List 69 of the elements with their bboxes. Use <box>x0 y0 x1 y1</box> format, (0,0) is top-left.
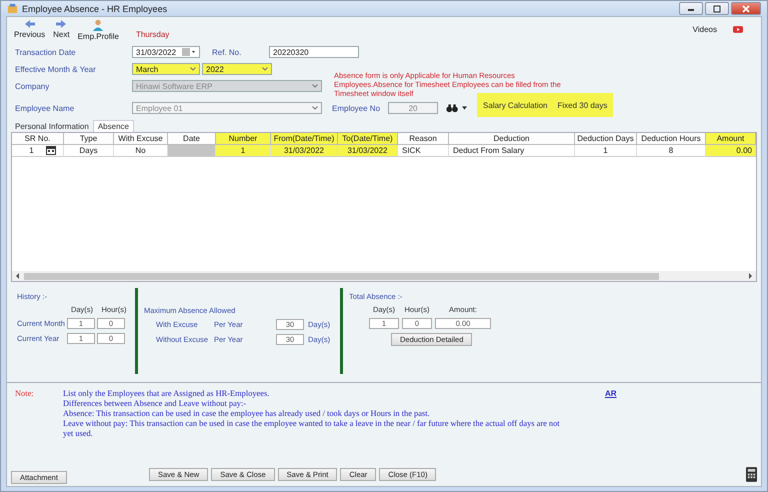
field-label: Employee No <box>332 104 380 112</box>
field-label: Ref. No. <box>212 48 242 56</box>
video-icon[interactable] <box>733 26 743 33</box>
column-header[interactable]: Deduction <box>449 133 575 145</box>
column-header[interactable]: Amount <box>706 133 756 145</box>
table-cell: Days <box>64 145 114 157</box>
minimize-button[interactable] <box>679 2 703 15</box>
column-header[interactable]: Deduction Days <box>575 133 637 145</box>
month-dropdown[interactable]: March <box>132 63 200 75</box>
field-label: Employee Name <box>15 104 76 112</box>
field-label: Company <box>15 82 50 90</box>
toolbar-button[interactable]: Next <box>50 19 73 39</box>
note-label: Note: <box>15 389 35 400</box>
binoculars-icon[interactable] <box>446 104 460 112</box>
chevron-down-icon <box>312 84 318 88</box>
calculator-icon[interactable] <box>746 466 757 482</box>
calendar-dropdown-icon <box>182 48 196 56</box>
column-header[interactable]: Type <box>64 133 114 145</box>
salary-label: Salary Calculation <box>483 100 548 110</box>
horizontal-scrollbar[interactable] <box>12 271 756 281</box>
chevron-down-icon <box>262 67 268 71</box>
field-label: Transaction Date <box>15 48 77 56</box>
column-header[interactable]: Reason <box>398 133 449 145</box>
column-header[interactable]: To(Date/Time) <box>338 133 398 145</box>
scroll-right-icon[interactable] <box>747 273 753 279</box>
toolbar-button[interactable]: Emp.Profile <box>74 19 122 41</box>
table-cell: 0.00 <box>706 145 756 157</box>
column-header[interactable]: From(Date/Time) <box>271 133 338 145</box>
column-header[interactable]: Deduction Hours <box>637 133 706 145</box>
note-text: Differences between Absence and Leave without pay:- <box>63 399 248 409</box>
note-text: Absence: This transaction can be used in case the employee has already used / took days or Hours in the past. <box>63 409 431 419</box>
column-header[interactable]: With Excuse <box>114 133 168 145</box>
table-cell: 31/03/2022 <box>271 145 338 157</box>
language-link[interactable]: AR <box>605 389 617 399</box>
toolbar-button[interactable]: Previous <box>11 19 48 39</box>
tab[interactable]: Absence <box>92 120 134 132</box>
table-cell: 31/03/2022 <box>338 145 398 157</box>
table-cell: 1 <box>575 145 637 157</box>
table-cell: 1 <box>216 145 271 157</box>
close-button[interactable] <box>731 2 761 15</box>
chevron-down-icon <box>312 106 318 110</box>
arrow-left-icon <box>24 19 36 29</box>
caret-icon[interactable] <box>462 106 468 110</box>
window-title: Employee Absence - HR Employees <box>22 4 168 14</box>
person-icon <box>92 19 104 31</box>
table-cell: SICK <box>398 145 449 157</box>
year-dropdown[interactable]: 2022 <box>202 63 272 75</box>
note-text: List only the Employees that are Assigned as HR-Employees. <box>63 389 270 399</box>
column-header[interactable]: Number <box>216 133 271 145</box>
table-cell: 1 <box>29 146 34 155</box>
maximize-button[interactable] <box>705 2 729 15</box>
note-text: Leave without pay: This transaction can be used in case the employee wanted to take a leave in the near / far future where the actual off days are not yet used. <box>63 419 561 439</box>
calendar-icon[interactable] <box>46 146 56 155</box>
close-icon <box>741 4 751 12</box>
date-field[interactable]: 31/03/2022 <box>132 46 200 58</box>
chevron-down-icon <box>190 67 196 71</box>
column-header[interactable]: SR No. <box>12 133 64 145</box>
app-icon <box>7 3 18 14</box>
salary-value: Fixed 30 days <box>558 100 608 110</box>
field-label: Effective Month & Year <box>15 64 97 74</box>
maximize-icon <box>712 4 722 12</box>
arrow-right-icon <box>55 19 68 29</box>
ref-number-field[interactable]: 20220320 <box>269 46 359 58</box>
day-label: Thursday <box>136 30 170 39</box>
tab[interactable]: Personal Information <box>11 120 93 132</box>
column-header[interactable]: Date <box>168 133 216 145</box>
scroll-left-icon[interactable] <box>15 273 21 279</box>
videos-label: Videos <box>692 25 717 34</box>
table-cell: Deduct From Salary <box>449 145 575 157</box>
